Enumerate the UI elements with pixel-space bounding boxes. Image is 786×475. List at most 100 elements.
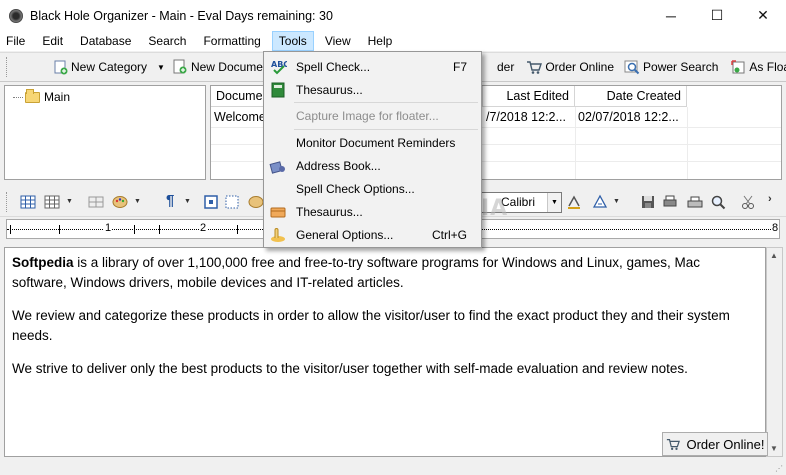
svg-text:ABC: ABC <box>271 60 287 69</box>
font-dropdown-icon[interactable]: ▼ <box>547 193 561 212</box>
menu-item-label: Thesaurus... <box>296 82 363 97</box>
editor-scrollbar[interactable]: ▲ ▼ <box>766 247 783 457</box>
ruler-tick <box>134 225 135 234</box>
minimize-button[interactable]: ─ <box>648 0 694 31</box>
order-online-button[interactable]: Order Online! <box>662 432 768 456</box>
menu-item-spell-check-options[interactable]: Spell Check Options... <box>264 177 481 200</box>
toolbar-overflow-icon[interactable]: › <box>768 193 772 205</box>
tree-item-label: Main <box>44 90 71 104</box>
cut-icon[interactable] <box>740 194 756 210</box>
menu-item-thesaurus-2[interactable]: Thesaurus... <box>264 200 481 223</box>
paragraph-dropdown-icon[interactable]: ▼ <box>184 198 191 205</box>
menu-item-label: General Options... <box>296 227 394 242</box>
menu-edit[interactable]: Edit <box>36 31 69 51</box>
scroll-up-icon[interactable]: ▲ <box>770 251 778 260</box>
doc-paragraph: We review and categorize these products … <box>12 308 730 343</box>
zoom-icon[interactable] <box>710 194 726 210</box>
new-category-label: New Category <box>71 60 148 74</box>
menu-item-address-book[interactable]: Address Book... <box>264 154 481 177</box>
document-editor[interactable]: Softpedia is a library of over 1,100,000… <box>4 247 766 457</box>
window-title: Black Hole Organizer - Main - Eval Days … <box>30 8 333 23</box>
menu-separator <box>294 129 478 130</box>
frame-icon[interactable] <box>203 194 219 210</box>
maximize-button[interactable]: ☐ <box>694 0 740 31</box>
as-floater-label: As Floater <box>749 60 786 74</box>
grid-dots-icon[interactable] <box>224 194 240 210</box>
doc-paragraph: Softpedia is a library of over 1,100,000… <box>12 253 758 293</box>
menu-search[interactable]: Search <box>142 31 192 51</box>
menu-item-label: Capture Image for floater... <box>296 108 439 123</box>
menu-separator <box>294 102 478 103</box>
menu-item-spell-check[interactable]: ABC Spell Check... F7 <box>264 55 481 78</box>
print-preview-icon[interactable] <box>662 194 678 210</box>
as-floater-button[interactable]: As Floater <box>727 55 786 79</box>
ruler-tick <box>59 225 60 234</box>
palette-icon[interactable] <box>112 194 128 210</box>
menu-item-label: Address Book... <box>296 158 381 173</box>
cart-icon <box>667 439 681 450</box>
menu-item-label: Monitor Document Reminders <box>296 135 456 150</box>
resize-grip-icon[interactable]: ⋰ <box>775 464 783 473</box>
folder-icon <box>25 88 40 103</box>
highlight-icon[interactable] <box>592 194 608 210</box>
doc-text: is a library of over 1,100,000 free and … <box>12 255 701 290</box>
power-search-label: Power Search <box>643 60 719 74</box>
ruler-tick <box>10 225 11 234</box>
new-document-button[interactable]: New Document <box>169 55 276 79</box>
thesaurus-icon <box>271 82 285 97</box>
new-category-dropdown-icon[interactable]: ▼ <box>157 63 165 72</box>
status-bar: ⋰ <box>0 458 786 475</box>
new-category-button[interactable]: New Category <box>49 55 150 79</box>
tools-menu: ABC Spell Check... F7 Thesaurus... Captu… <box>263 51 482 248</box>
menu-item-shortcut: Ctrl+G <box>431 227 467 242</box>
ruler-tick <box>237 225 238 234</box>
menu-database[interactable]: Database <box>74 31 137 51</box>
address-book-icon <box>269 160 285 174</box>
menu-item-general-options[interactable]: General Options... Ctrl+G <box>264 223 481 246</box>
menu-file[interactable]: File <box>0 31 31 51</box>
power-search-icon <box>624 60 640 75</box>
table-dropdown-icon[interactable]: ▼ <box>66 198 73 205</box>
title-bar: Black Hole Organizer - Main - Eval Days … <box>0 0 786 31</box>
tree-connector <box>13 96 23 98</box>
menu-item-thesaurus[interactable]: Thesaurus... <box>264 78 481 101</box>
doc-bold-text: Softpedia <box>12 255 74 270</box>
ruler-label-2: 2 <box>199 222 208 234</box>
paragraph-icon[interactable]: ¶ <box>166 192 182 209</box>
category-tree[interactable]: Main <box>4 85 206 180</box>
toolbar-grip[interactable] <box>6 57 7 77</box>
hidden-toolbar-button[interactable]: der <box>494 55 517 79</box>
cell-last-edited: /7/2018 12:2... <box>486 110 566 124</box>
hidden-toolbar-label: der <box>496 60 515 74</box>
floater-icon <box>731 60 745 74</box>
ruler-tick <box>159 225 160 234</box>
cells-icon[interactable] <box>88 194 104 210</box>
save-icon[interactable] <box>640 194 656 210</box>
highlight-dropdown-icon[interactable]: ▼ <box>613 198 620 205</box>
menu-formatting[interactable]: Formatting <box>197 31 266 51</box>
menu-item-capture-image: Capture Image for floater... <box>264 104 481 127</box>
palette-dropdown-icon[interactable]: ▼ <box>134 198 141 205</box>
close-button[interactable]: ✕ <box>740 0 786 31</box>
font-color-icon[interactable] <box>566 194 582 210</box>
order-online-label: Order Online <box>545 60 615 74</box>
doc-paragraph: We strive to deliver only the best produ… <box>12 361 688 376</box>
column-header-date-created[interactable]: Date Created <box>575 86 687 107</box>
menu-bar: File Edit Database Search Formatting Too… <box>0 31 786 51</box>
column-header-last-edited[interactable]: Last Edited <box>483 86 575 107</box>
table-options-icon[interactable] <box>44 194 60 210</box>
menu-item-monitor-reminders[interactable]: Monitor Document Reminders <box>264 131 481 154</box>
menu-help[interactable]: Help <box>362 31 399 51</box>
menu-view[interactable]: View <box>319 31 357 51</box>
table-icon[interactable] <box>20 194 36 210</box>
power-search-button[interactable]: Power Search <box>621 55 721 79</box>
order-online-toolbar-button[interactable]: Order Online <box>523 55 617 79</box>
print-icon[interactable] <box>687 194 703 210</box>
scroll-down-icon[interactable]: ▼ <box>770 444 778 453</box>
image-insert-icon[interactable] <box>248 194 264 210</box>
menu-item-label: Thesaurus... <box>296 204 363 219</box>
window-controls: ─ ☐ ✕ <box>648 0 786 31</box>
tree-item-main[interactable]: Main <box>13 88 71 104</box>
toolbar-grip[interactable] <box>6 192 9 212</box>
menu-tools[interactable]: Tools <box>271 31 314 51</box>
